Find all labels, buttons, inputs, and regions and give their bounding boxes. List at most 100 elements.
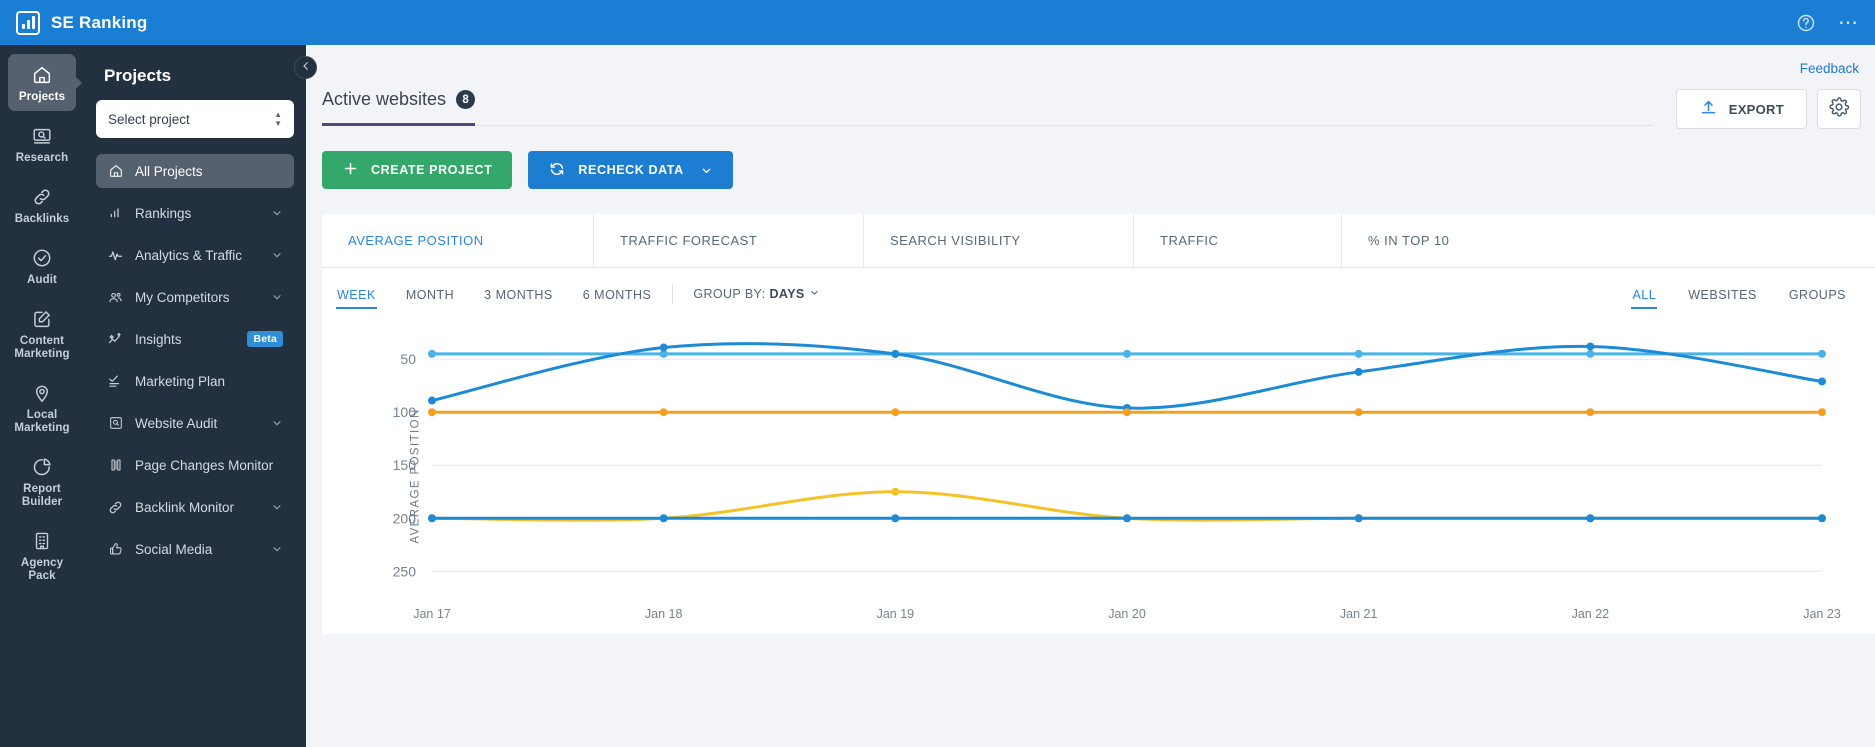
svg-text:Jan 22: Jan 22	[1572, 607, 1610, 621]
chart-svg: 50100150200250Jan 17 Jan 18 Jan 19 Jan 20 Ja…	[393, 341, 1841, 621]
menu-item-analytics-traffic[interactable]: Analytics & Traffic	[96, 238, 294, 272]
chevron-down-icon[interactable]	[271, 543, 283, 555]
metric-tab-average-position[interactable]: AVERAGE POSITION	[322, 214, 594, 267]
feedback-link[interactable]: Feedback	[1800, 61, 1859, 76]
rail-item-label-line1: Local	[26, 409, 58, 421]
tab-active-websites[interactable]: Active websites 8	[322, 89, 476, 126]
menu-item-label: Analytics & Traffic	[135, 247, 243, 263]
main-content: Feedback Active websites 8 EXPORT CREATE…	[306, 45, 1875, 747]
svg-text:Jan 17: Jan 17	[413, 607, 451, 621]
group-by-dropdown[interactable]: GROUP BY: DAYS	[693, 287, 819, 301]
svg-text:Jan 18: Jan 18	[645, 607, 683, 621]
period-month[interactable]: MONTH	[405, 273, 455, 315]
rail-item-projects[interactable]: Projects	[8, 54, 76, 111]
help-circle-icon[interactable]	[1796, 13, 1816, 33]
menu-item-label: Website Audit	[135, 415, 218, 431]
metric-tab-traffic-forecast[interactable]: TRAFFIC FORECAST	[594, 214, 864, 267]
scope-websites[interactable]: WEBSITES	[1687, 273, 1758, 315]
group-by-prefix: GROUP BY:	[693, 287, 766, 301]
rail-item-label-line2: Builder	[21, 496, 63, 508]
create-project-button[interactable]: CREATE PROJECT	[322, 151, 513, 189]
chevron-down-icon[interactable]	[271, 417, 283, 429]
svg-text:250: 250	[393, 563, 417, 579]
panel-collapse-button[interactable]	[294, 56, 317, 79]
settings-button[interactable]	[1817, 89, 1861, 129]
chevron-down-icon[interactable]	[271, 291, 283, 303]
menu-item-label: Social Media	[135, 541, 213, 557]
menu-item-label: Backlink Monitor	[135, 499, 235, 515]
period-3-months[interactable]: 3 MONTHS	[483, 273, 554, 315]
metrics-card: AVERAGE POSITION TRAFFIC FORECAST SEARCH…	[322, 214, 1875, 634]
rail-item-backlinks[interactable]: Backlinks	[8, 176, 76, 233]
rail-item-local-marketing[interactable]: Local Marketing	[8, 372, 76, 442]
average-position-chart: AVERAGE POSITION 50 100 150 200 250 Jan 17 Jan…	[322, 320, 1875, 632]
menu-item-backlink-monitor[interactable]: Backlink Monitor	[96, 490, 294, 524]
rail-item-research[interactable]: Research	[8, 115, 76, 172]
project-select[interactable]: Select project ▲ ▼	[96, 100, 294, 138]
menu-item-all-projects[interactable]: All Projects	[96, 154, 294, 188]
rail-item-label-line2: Marketing	[14, 348, 70, 360]
period-filters: WEEK MONTH 3 MONTHS 6 MONTHS	[336, 273, 652, 315]
rail-item-label: Audit	[27, 274, 57, 286]
metric-tab-label: AVERAGE POSITION	[348, 233, 484, 248]
plus-icon	[342, 160, 359, 180]
metric-tab-search-visibility[interactable]: SEARCH VISIBILITY	[864, 214, 1134, 267]
menu-item-insights[interactable]: Insights Beta	[96, 322, 294, 356]
page-title: Active websites	[322, 89, 447, 109]
menu-item-label: My Competitors	[135, 289, 230, 305]
sparkline-icon	[107, 331, 124, 348]
period-6-months[interactable]: 6 MONTHS	[582, 273, 653, 315]
svg-text:Jan 21: Jan 21	[1340, 607, 1378, 621]
upload-icon	[1699, 98, 1718, 120]
home-icon	[107, 163, 124, 179]
menu-item-social-media[interactable]: Social Media	[96, 532, 294, 566]
metric-tab-percent-in-top-10[interactable]: % IN TOP 10	[1342, 214, 1582, 267]
chevron-down-icon[interactable]	[271, 207, 283, 219]
magnifier-screen-icon	[10, 124, 74, 148]
metric-tab-traffic[interactable]: TRAFFIC	[1134, 214, 1342, 267]
link-icon	[107, 499, 124, 516]
rail-item-agency-pack[interactable]: Agency Pack	[8, 520, 76, 590]
chevron-down-icon	[700, 164, 713, 177]
bar-chart-logo-icon	[16, 10, 40, 35]
menu-item-rankings[interactable]: Rankings	[96, 196, 294, 230]
rail-item-label-line1: Agency	[20, 557, 64, 569]
page-header: Active websites 8 EXPORT	[306, 45, 1875, 129]
recheck-data-button[interactable]: RECHECK DATA	[528, 151, 733, 189]
rail-item-report-builder[interactable]: Report Builder	[8, 446, 76, 516]
recheck-data-label: RECHECK DATA	[578, 163, 684, 177]
metric-tabs: AVERAGE POSITION TRAFFIC FORECAST SEARCH…	[322, 214, 1875, 268]
tabs-divider	[322, 125, 1654, 126]
menu-item-label: Insights	[135, 331, 182, 347]
chart-filter-row: WEEK MONTH 3 MONTHS 6 MONTHS GROUP BY: D…	[322, 268, 1875, 320]
pulse-icon	[107, 247, 124, 264]
thumbs-up-icon	[107, 541, 124, 557]
menu-item-marketing-plan[interactable]: Marketing Plan	[96, 364, 294, 398]
menu-item-label: All Projects	[135, 163, 203, 179]
menu-item-page-changes-monitor[interactable]: Page Changes Monitor	[96, 448, 294, 482]
rail-item-label-line2: Marketing	[14, 422, 70, 434]
rail-item-label-line1: Content	[19, 335, 65, 347]
check-circle-icon	[10, 246, 74, 270]
scope-all[interactable]: ALL	[1631, 273, 1657, 315]
export-button[interactable]: EXPORT	[1675, 89, 1807, 129]
rail-item-content-marketing[interactable]: Content Marketing	[8, 298, 76, 368]
group-by-value: DAYS	[769, 287, 805, 301]
chevron-down-icon[interactable]	[271, 249, 283, 261]
y-axis-title: AVERAGE POSITION	[409, 408, 422, 544]
menu-item-website-audit[interactable]: Website Audit	[96, 406, 294, 440]
period-week[interactable]: WEEK	[336, 273, 377, 315]
chevron-down-icon[interactable]	[271, 501, 283, 513]
menu-item-my-competitors[interactable]: My Competitors	[96, 280, 294, 314]
scope-groups[interactable]: GROUPS	[1788, 273, 1847, 315]
create-project-label: CREATE PROJECT	[371, 163, 493, 177]
brand-logo[interactable]: SE Ranking	[16, 10, 147, 35]
header-actions: EXPORT	[1675, 89, 1875, 129]
svg-text:Jan 19: Jan 19	[877, 607, 915, 621]
action-buttons-row: CREATE PROJECT RECHECK DATA	[306, 129, 1875, 189]
rail-item-audit[interactable]: Audit	[8, 237, 76, 294]
top-bar-actions: ⋯	[1796, 13, 1859, 33]
metric-tab-label: TRAFFIC FORECAST	[620, 233, 758, 248]
more-horizontal-icon[interactable]: ⋯	[1838, 13, 1859, 33]
rail-item-label-line2: Pack	[28, 570, 56, 582]
